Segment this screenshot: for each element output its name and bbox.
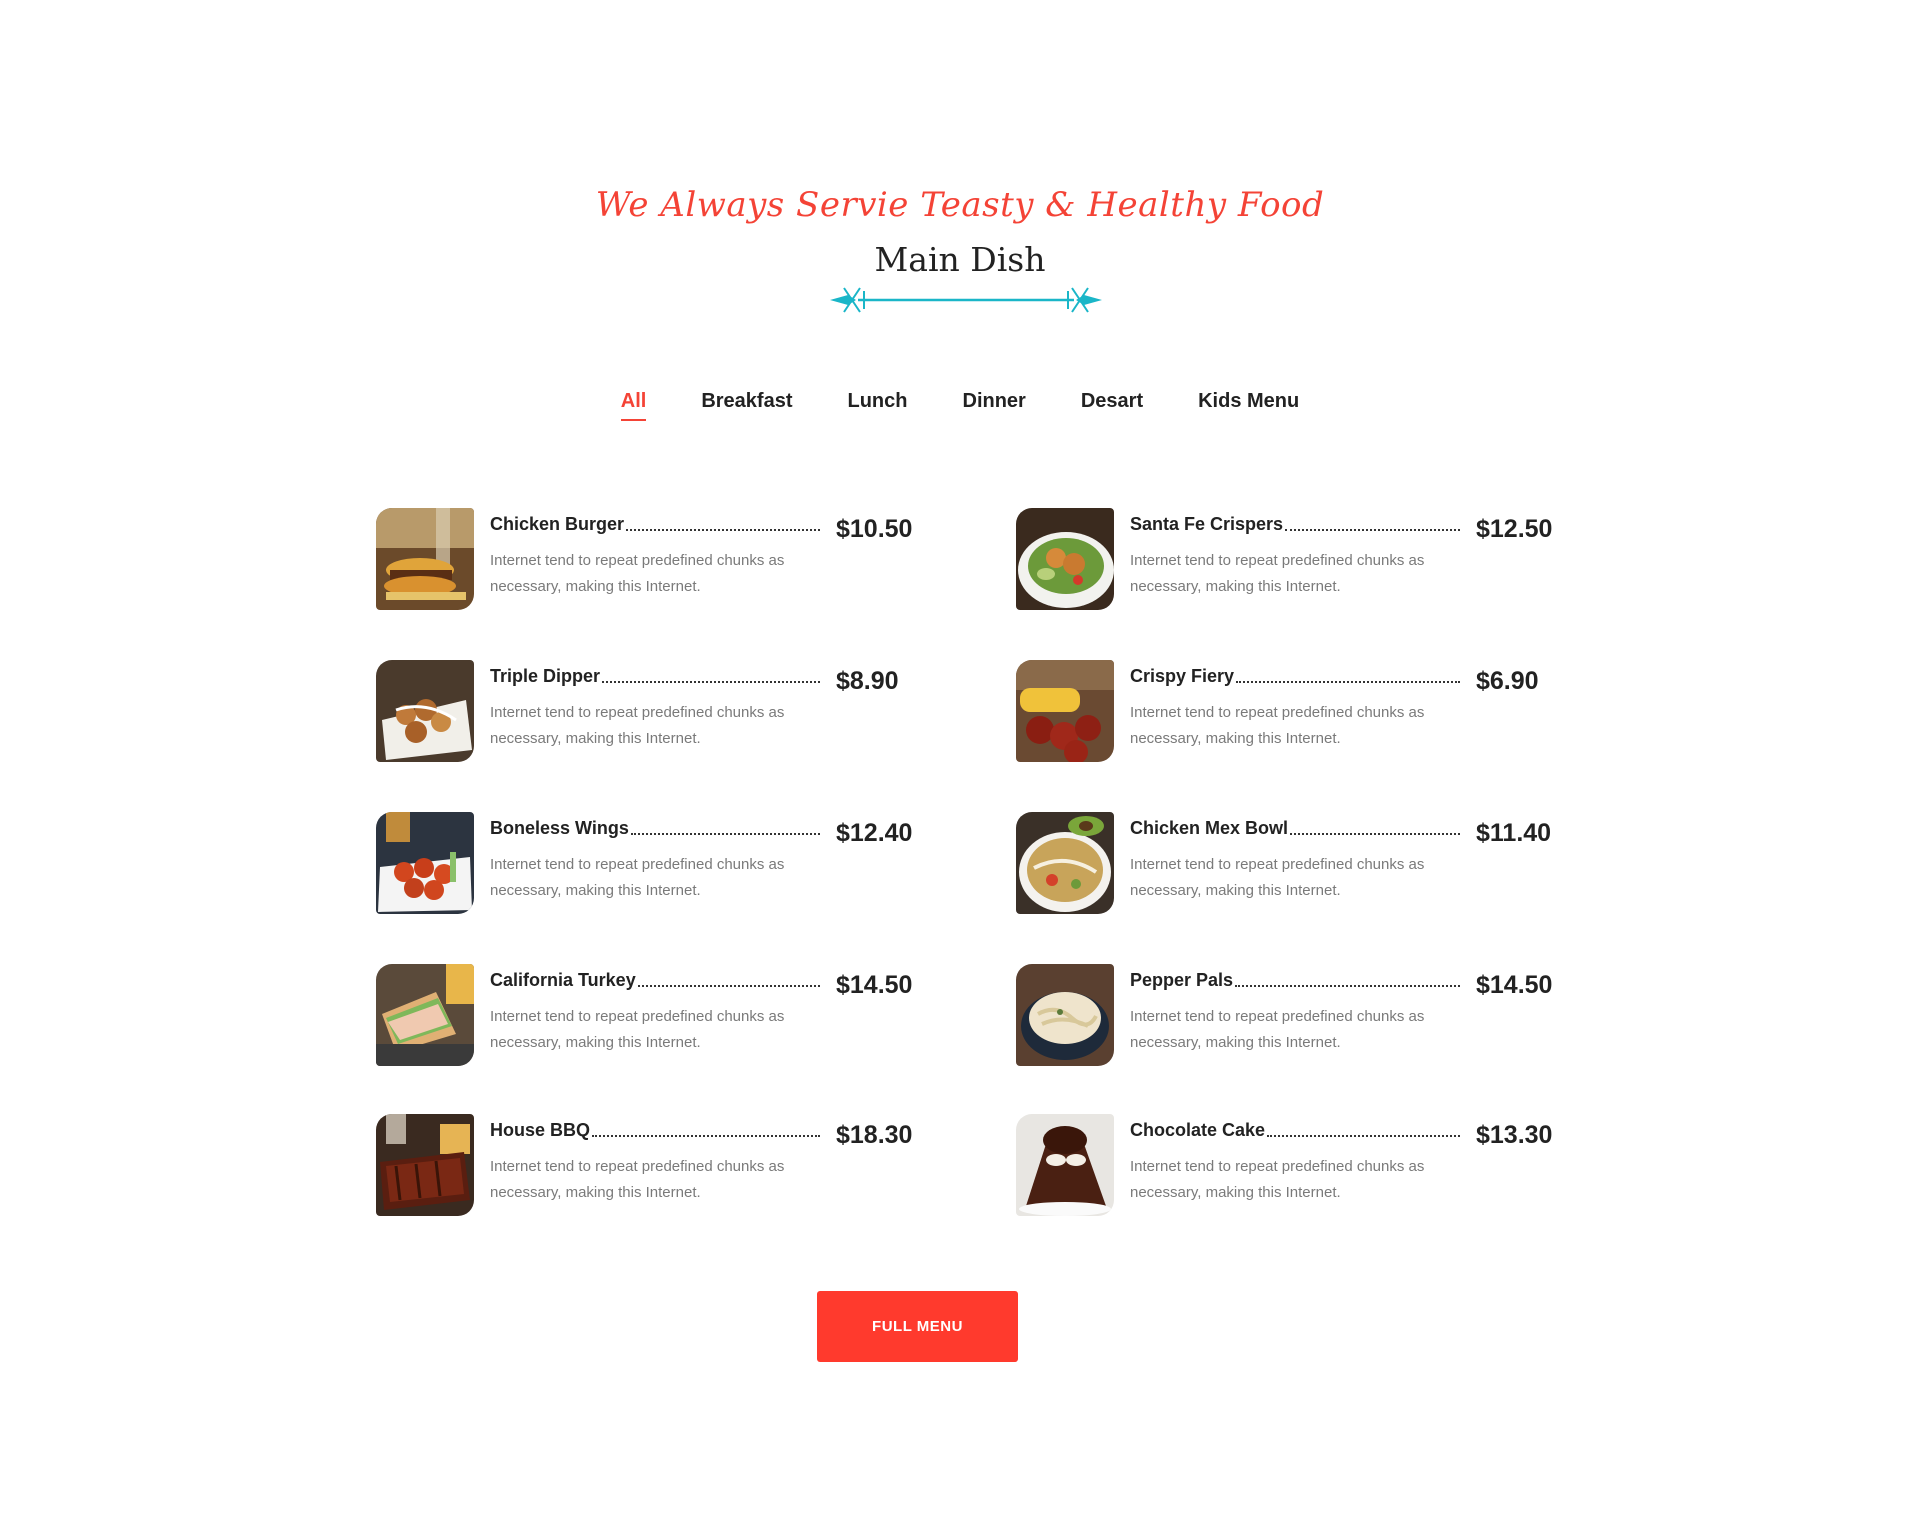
menu-item-name[interactable]: Santa Fe Crispers [1130, 512, 1283, 536]
menu-item: Triple Dipper $8.90 Internet tend to rep… [376, 660, 936, 762]
menu-item-price: $6.90 [1476, 667, 1539, 695]
menu-item: Crispy Fiery $6.90 Internet tend to repe… [1016, 660, 1576, 762]
tab-all[interactable]: All [620, 386, 647, 421]
tab-kids-menu[interactable]: Kids Menu [1198, 386, 1299, 421]
menu-item-price: $14.50 [1476, 971, 1553, 999]
menu-item: Chocolate Cake $13.30 Internet tend to r… [1016, 1114, 1576, 1216]
menu-item-description: Internet tend to repeat predefined chunk… [1130, 704, 1425, 747]
menu-item-price: $14.50 [836, 971, 913, 999]
menu-item-name[interactable]: Chicken Mex Bowl [1130, 816, 1288, 840]
menu-item-description: Internet tend to repeat predefined chunk… [490, 552, 785, 595]
section-header: We Always Servie Teasty & Healthy Food M… [0, 182, 1920, 280]
ornament-divider-icon [830, 287, 1102, 313]
section-tagline: We Always Servie Teasty & Healthy Food [595, 185, 1325, 225]
menu-item-price: $12.50 [1476, 515, 1553, 543]
menu-item-name[interactable]: Crispy Fiery [1130, 664, 1234, 688]
tab-breakfast[interactable]: Breakfast [701, 386, 792, 421]
santa-fe-crispers-image[interactable] [1016, 508, 1114, 610]
menu-item-name[interactable]: Pepper Pals [1130, 968, 1233, 992]
menu-item: Santa Fe Crispers $12.50 Internet tend t… [1016, 508, 1576, 610]
menu-item: California Turkey $14.50 Internet tend t… [376, 964, 936, 1066]
menu-item-description: Internet tend to repeat predefined chunk… [490, 1008, 785, 1051]
menu-item-name[interactable]: Chicken Burger [490, 512, 624, 536]
menu-item-description: Internet tend to repeat predefined chunk… [1130, 1158, 1425, 1201]
california-turkey-image[interactable] [376, 964, 474, 1066]
chicken-burger-image[interactable] [376, 508, 474, 610]
menu-item-name[interactable]: Boneless Wings [490, 816, 629, 840]
menu-item-description: Internet tend to repeat predefined chunk… [490, 704, 785, 747]
menu-item-name[interactable]: Triple Dipper [490, 664, 600, 688]
menu-item-description: Internet tend to repeat predefined chunk… [490, 856, 785, 899]
chocolate-cake-image[interactable] [1016, 1114, 1114, 1216]
menu-item-price: $8.90 [836, 667, 899, 695]
menu-item-description: Internet tend to repeat predefined chunk… [1130, 856, 1425, 899]
house-bbq-image[interactable] [376, 1114, 474, 1216]
menu-item-description: Internet tend to repeat predefined chunk… [1130, 552, 1425, 595]
menu-item-name[interactable]: California Turkey [490, 968, 636, 992]
menu-item-name[interactable]: Chocolate Cake [1130, 1118, 1265, 1142]
menu-item-price: $12.40 [836, 819, 913, 847]
menu-item-price: $18.30 [836, 1121, 913, 1149]
menu-item: Pepper Pals $14.50 Internet tend to repe… [1016, 964, 1576, 1066]
menu-item: Chicken Mex Bowl $11.40 Internet tend to… [1016, 812, 1576, 914]
full-menu-button[interactable]: FULL MENU [817, 1291, 1018, 1362]
section-title: Main Dish [874, 240, 1046, 279]
triple-dipper-image[interactable] [376, 660, 474, 762]
menu-category-tabs: All Breakfast Lunch Dinner Desart Kids M… [0, 386, 1920, 421]
menu-item-price: $10.50 [836, 515, 913, 543]
menu-item-description: Internet tend to repeat predefined chunk… [490, 1158, 785, 1201]
menu-item: Boneless Wings $12.40 Internet tend to r… [376, 812, 936, 914]
menu-item-name[interactable]: House BBQ [490, 1118, 590, 1142]
tab-dinner[interactable]: Dinner [963, 386, 1026, 421]
menu-item: Chicken Burger $10.50 Internet tend to r… [376, 508, 936, 610]
menu-item-description: Internet tend to repeat predefined chunk… [1130, 1008, 1425, 1051]
chicken-mex-bowl-image[interactable] [1016, 812, 1114, 914]
pepper-pals-image[interactable] [1016, 964, 1114, 1066]
menu-item-price: $13.30 [1476, 1121, 1553, 1149]
tab-desart[interactable]: Desart [1081, 386, 1143, 421]
tab-lunch[interactable]: Lunch [848, 386, 908, 421]
menu-item: House BBQ $18.30 Internet tend to repeat… [376, 1114, 936, 1216]
menu-item-price: $11.40 [1476, 819, 1552, 847]
crispy-fiery-image[interactable] [1016, 660, 1114, 762]
boneless-wings-image[interactable] [376, 812, 474, 914]
